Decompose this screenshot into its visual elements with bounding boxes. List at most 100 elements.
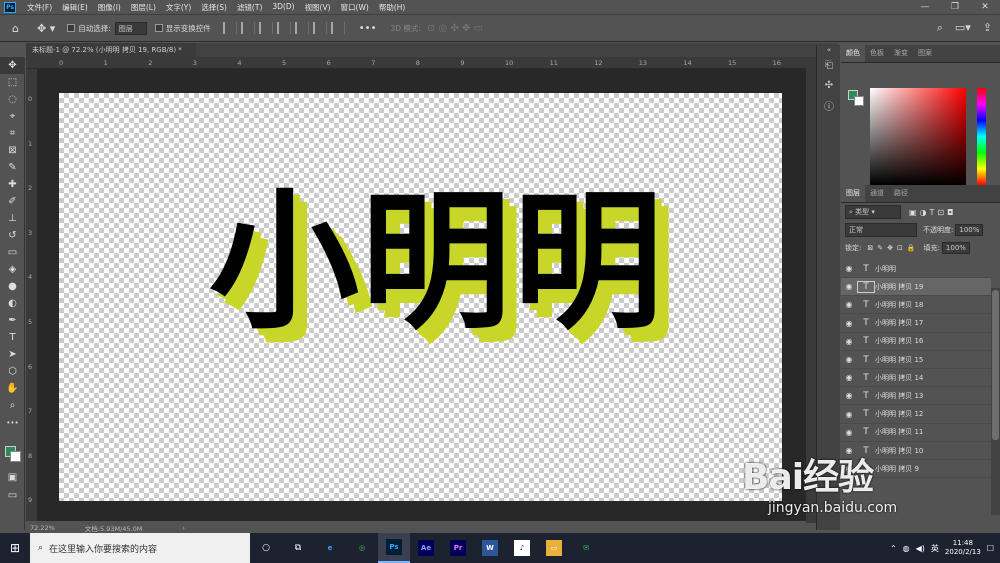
fill-value[interactable]: 100% bbox=[941, 242, 970, 254]
share-icon[interactable]: ⇪ bbox=[983, 21, 992, 35]
brush-icon[interactable]: ✐ bbox=[0, 193, 25, 210]
color-panel-tab[interactable]: 色板 bbox=[865, 45, 889, 62]
menu-item[interactable]: 窗口(W) bbox=[336, 2, 374, 13]
taskbar-app-icon[interactable]: Ps bbox=[378, 533, 410, 563]
menu-item[interactable]: 视图(V) bbox=[300, 2, 336, 13]
layer-row[interactable]: ◉ T 小明明 拷贝 18 bbox=[841, 296, 991, 315]
network-icon[interactable]: ◍ bbox=[903, 544, 910, 553]
document-canvas[interactable]: 小明明 小明明 小明明 bbox=[59, 93, 782, 501]
status-arrow-icon[interactable]: › bbox=[182, 524, 185, 532]
filter-icons[interactable]: ▣◑T⊡◘ bbox=[909, 208, 956, 217]
task-view-icon[interactable]: ⧉ bbox=[282, 533, 314, 563]
history-brush-icon[interactable]: ↺ bbox=[0, 227, 25, 244]
distribute-icon[interactable] bbox=[330, 22, 345, 34]
align-bottom-icon[interactable] bbox=[312, 22, 327, 34]
layer-row[interactable]: ◉ T 小明明 bbox=[841, 260, 991, 278]
menu-item[interactable]: 文件(F) bbox=[22, 2, 57, 13]
move-tool-preset-icon[interactable]: ✥ ▾ bbox=[37, 22, 55, 35]
taskbar-app-icon[interactable]: ✉ bbox=[570, 533, 602, 563]
minimize-button[interactable]: — bbox=[910, 0, 940, 14]
align-top-icon[interactable] bbox=[276, 22, 291, 34]
cortana-icon[interactable]: ○ bbox=[250, 533, 282, 563]
windows-start-icon[interactable]: ⊞ bbox=[0, 541, 30, 555]
volume-icon[interactable]: ◀) bbox=[916, 544, 925, 553]
align-left-icon[interactable] bbox=[222, 22, 237, 34]
blur-icon[interactable]: ● bbox=[0, 278, 25, 295]
layers-panel-tab[interactable]: 图层 bbox=[841, 185, 865, 202]
tray-overflow-icon[interactable]: ⌃ bbox=[890, 544, 897, 553]
color-panel-tab[interactable]: 颜色 bbox=[841, 45, 865, 62]
layer-row[interactable]: ◉ T 小明明 拷贝 12 bbox=[841, 406, 991, 424]
align-right-icon[interactable] bbox=[258, 22, 273, 34]
stamp-icon[interactable]: ⊥ bbox=[0, 210, 25, 227]
menu-item[interactable]: 图像(I) bbox=[93, 2, 126, 13]
hand-icon[interactable]: ✋ bbox=[0, 380, 25, 397]
taskbar-app-icon[interactable]: Pr bbox=[442, 533, 474, 563]
move-icon[interactable]: ✥ bbox=[0, 57, 25, 74]
align-middle-icon[interactable] bbox=[294, 22, 309, 34]
home-icon[interactable]: ⌂ bbox=[12, 22, 19, 35]
eyedropper-icon[interactable]: ✎ bbox=[0, 159, 25, 176]
visibility-eye-icon[interactable]: ◉ bbox=[841, 428, 857, 437]
bucket-icon[interactable]: ◈ bbox=[0, 261, 25, 278]
layer-row[interactable]: ◉ T 小明明 拷贝 15 bbox=[841, 351, 991, 369]
hue-slider[interactable] bbox=[977, 88, 986, 185]
layer-row[interactable]: ◉ T 小明明 拷贝 16 bbox=[841, 333, 991, 351]
type-icon[interactable]: T bbox=[0, 329, 25, 346]
layer-row[interactable]: ◉ T 小明明 拷贝 17 bbox=[841, 315, 991, 333]
quick-mask-icon[interactable]: ▣ bbox=[0, 469, 25, 486]
more-options-button[interactable]: ••• bbox=[359, 23, 377, 34]
marquee-icon[interactable]: ⬚ bbox=[0, 74, 25, 91]
menu-item[interactable]: 3D(D) bbox=[267, 2, 299, 13]
color-picker-field[interactable] bbox=[870, 88, 966, 185]
taskbar-app-icon[interactable]: e bbox=[314, 533, 346, 563]
dodge-icon[interactable]: ◐ bbox=[0, 295, 25, 312]
visibility-eye-icon[interactable]: ◉ bbox=[841, 373, 857, 382]
menu-item[interactable]: 滤镜(T) bbox=[232, 2, 267, 13]
more-tools-icon[interactable]: ••• bbox=[0, 414, 25, 431]
healing-icon[interactable]: ✚ bbox=[0, 176, 25, 193]
menu-item[interactable]: 帮助(H) bbox=[374, 2, 411, 13]
path-select-icon[interactable]: ➤ bbox=[0, 346, 25, 363]
visibility-eye-icon[interactable]: ◉ bbox=[841, 264, 857, 273]
search-icon[interactable]: ⌕ bbox=[937, 21, 943, 35]
notification-icon[interactable]: ☐ bbox=[987, 544, 994, 553]
layers-panel-tab[interactable]: 通道 bbox=[865, 185, 889, 202]
menu-item[interactable]: 文字(Y) bbox=[161, 2, 196, 13]
eraser-icon[interactable]: ▭ bbox=[0, 244, 25, 261]
layer-row[interactable]: ◉ T 小明明 拷贝 11 bbox=[841, 424, 991, 442]
frame-icon[interactable]: ⊠ bbox=[0, 142, 25, 159]
workspace-icon[interactable]: ▭▾ bbox=[955, 21, 971, 35]
adjustments-icon[interactable]: ✣ bbox=[817, 75, 841, 95]
taskbar-search-box[interactable]: ⌕ 在这里输入你要搜索的内容 bbox=[30, 533, 250, 563]
visibility-eye-icon[interactable]: ◉ bbox=[841, 319, 857, 328]
layer-row[interactable]: ◉ T 小明明 拷贝 19 bbox=[841, 278, 991, 297]
layer-row[interactable]: ◉ T 小明明 拷贝 13 bbox=[841, 387, 991, 406]
ime-indicator[interactable]: 英 bbox=[931, 543, 939, 554]
opacity-value[interactable]: 100% bbox=[955, 224, 984, 236]
taskbar-clock[interactable]: 11:48 2020/2/13 bbox=[945, 539, 981, 557]
align-center-icon[interactable] bbox=[240, 22, 255, 34]
taskbar-app-icon[interactable]: ◎ bbox=[346, 533, 378, 563]
lasso-icon[interactable]: ◌ bbox=[0, 91, 25, 108]
document-tab[interactable]: 未标题-1 @ 72.2% (小明明 拷贝 19, RGB/8) * bbox=[26, 43, 196, 57]
menu-item[interactable]: 选择(S) bbox=[196, 2, 232, 13]
visibility-eye-icon[interactable]: ◉ bbox=[841, 410, 857, 419]
crop-icon[interactable]: ⌗ bbox=[0, 125, 25, 142]
screen-mode-icon[interactable]: ▭ bbox=[0, 487, 25, 504]
color-panel-tab[interactable]: 图案 bbox=[913, 45, 937, 62]
taskbar-app-icon[interactable]: ▭ bbox=[538, 533, 570, 563]
auto-select-dropdown[interactable]: 图层 bbox=[114, 21, 147, 35]
visibility-eye-icon[interactable]: ◉ bbox=[841, 337, 857, 346]
background-color-swatch[interactable] bbox=[10, 451, 21, 462]
color-panel-bg-swatch[interactable] bbox=[854, 96, 864, 106]
visibility-eye-icon[interactable]: ◉ bbox=[841, 355, 857, 364]
layer-filter-dropdown[interactable]: ⌕ 类型 ▾ bbox=[845, 205, 901, 219]
quick-select-icon[interactable]: ⌖ bbox=[0, 108, 25, 125]
visibility-eye-icon[interactable]: ◉ bbox=[841, 300, 857, 309]
pen-icon[interactable]: ✒ bbox=[0, 312, 25, 329]
menu-item[interactable]: 编辑(E) bbox=[57, 2, 93, 13]
layers-scrollbar[interactable] bbox=[991, 288, 1000, 515]
visibility-eye-icon[interactable]: ◉ bbox=[841, 282, 857, 291]
show-transform-checkbox[interactable] bbox=[154, 24, 163, 32]
